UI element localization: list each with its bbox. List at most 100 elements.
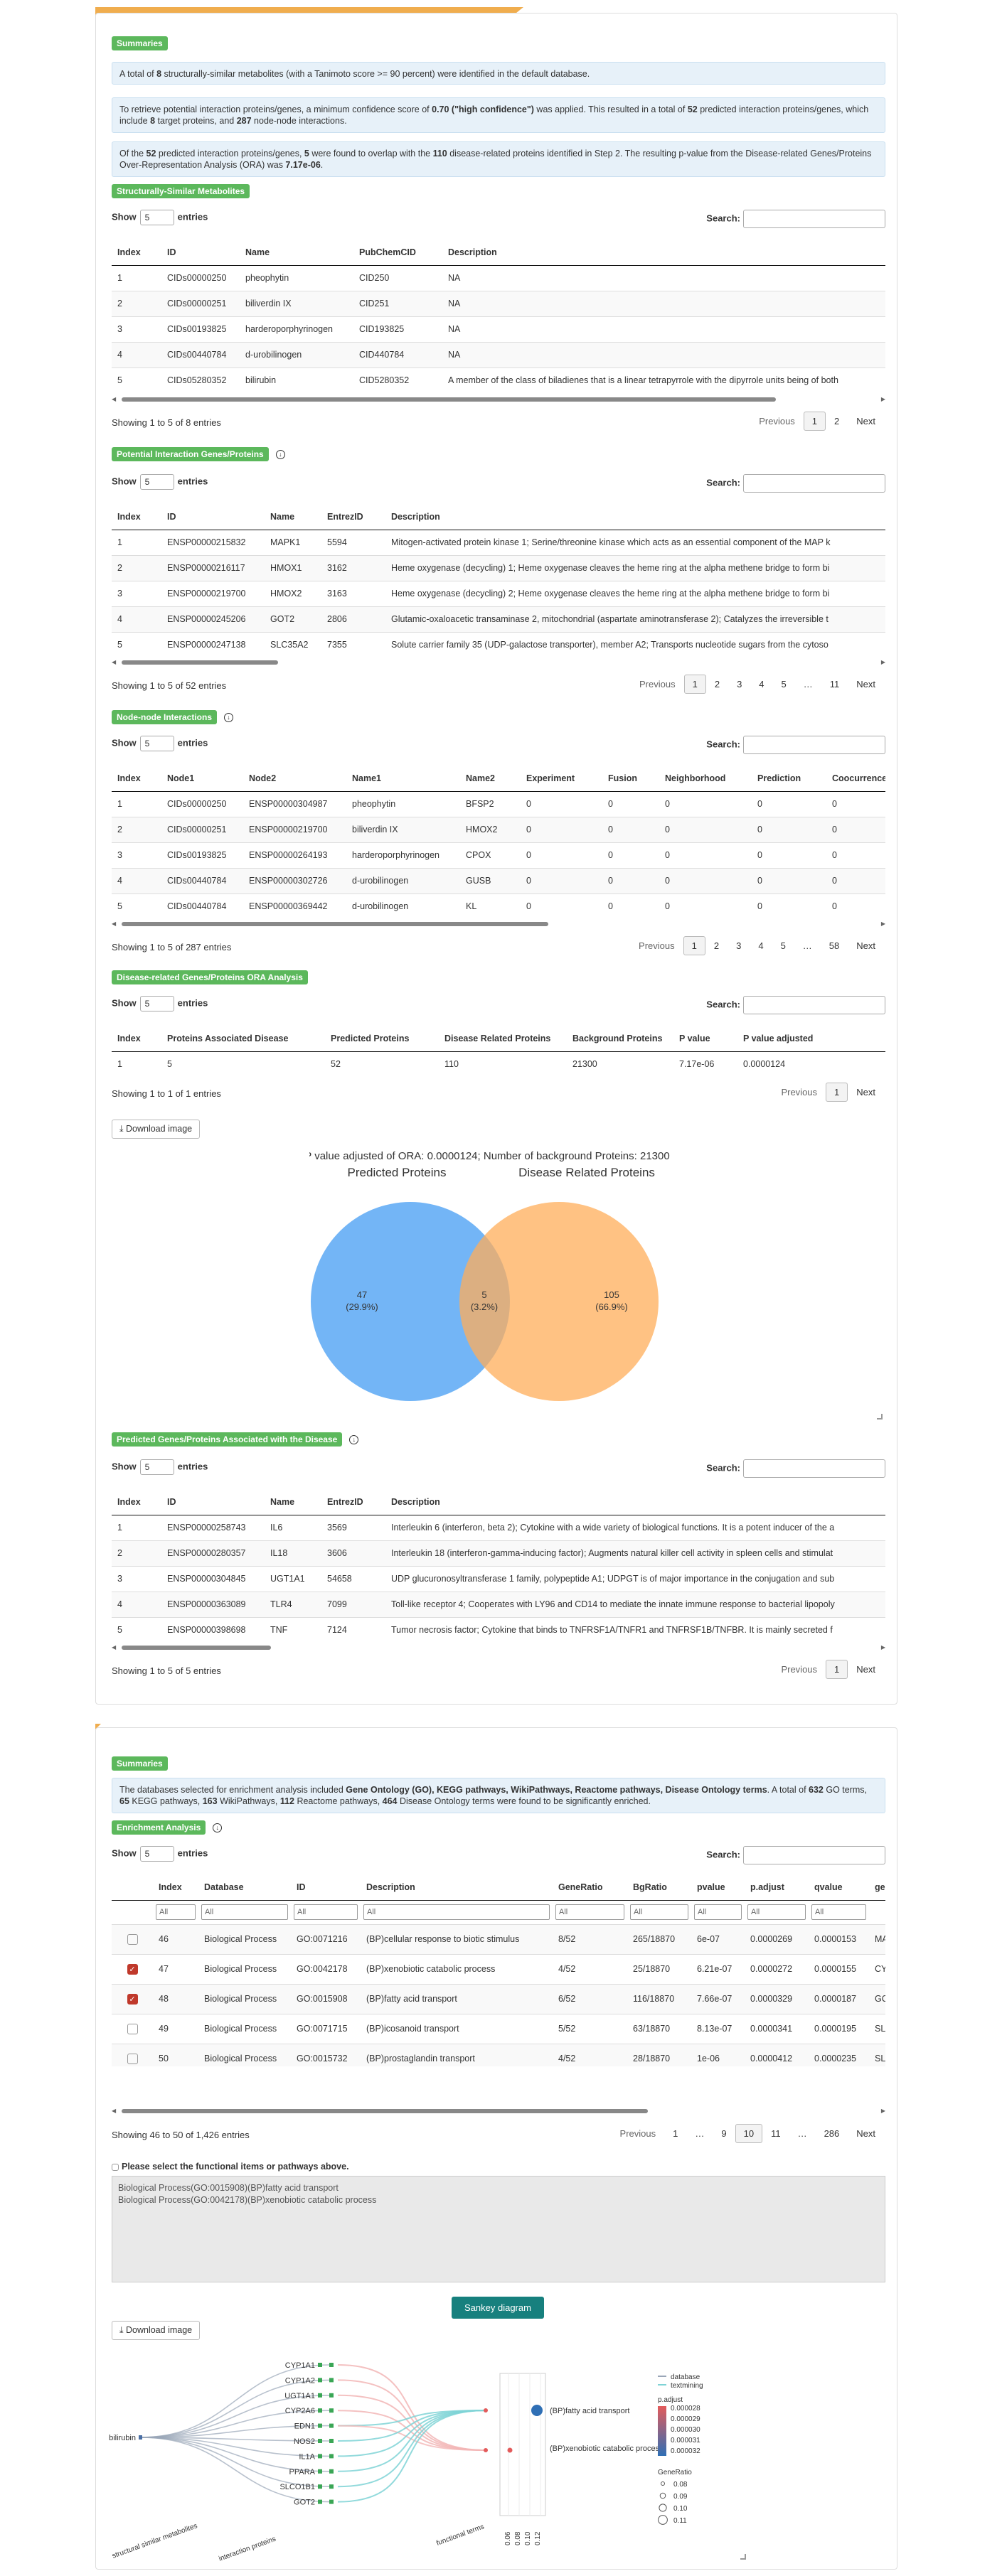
page-button[interactable]: 1 (826, 1083, 848, 1102)
page-button[interactable]: 2 (706, 675, 728, 694)
previous-button[interactable]: Previous (772, 1083, 826, 1102)
page-button[interactable]: 11 (821, 675, 848, 694)
column-header[interactable]: Index (112, 240, 161, 266)
column-header[interactable]: Description (385, 504, 885, 530)
column-header[interactable]: Node1 (161, 766, 243, 792)
column-filter-input[interactable]: All (630, 1904, 688, 1920)
page-button[interactable]: 2 (826, 412, 848, 431)
table-row[interactable]: ✓ 47 Biological Process GO:0042178 (BP)xenob… (112, 1953, 885, 1984)
resize-handle[interactable] (740, 2554, 746, 2560)
page-button[interactable]: 1 (826, 1660, 848, 1679)
row-checkbox[interactable]: ✓ (127, 1993, 138, 2005)
next-button[interactable]: Next (848, 675, 884, 694)
row-checkbox[interactable] (127, 1933, 138, 1945)
search-input[interactable] (743, 1459, 885, 1478)
column-header[interactable]: EntrezID (321, 1489, 385, 1515)
column-header[interactable]: Experiment (521, 766, 602, 792)
column-header[interactable]: Index (153, 1874, 198, 1901)
row-checkbox[interactable] (127, 2023, 138, 2034)
page-length-select[interactable]: 5 (139, 1459, 174, 1475)
genes-scrollbar[interactable]: ◀ ▶ (112, 659, 885, 666)
search-input[interactable] (743, 1846, 885, 1864)
download-image-button[interactable]: ⤓ Download image (112, 1120, 201, 1139)
download-image-button[interactable]: ⤓ Download image (112, 2321, 201, 2340)
column-header[interactable]: Name1 (346, 766, 460, 792)
sankey-diagram-button[interactable]: Sankey diagram (452, 2297, 544, 2319)
column-header[interactable]: P value adjusted (737, 1026, 885, 1052)
selected-items-box[interactable]: Biological Process(GO:0015908)(BP)fatty … (112, 2176, 885, 2282)
column-header[interactable]: Disease Related Proteins (439, 1026, 567, 1052)
column-header[interactable]: Node2 (243, 766, 346, 792)
column-filter-input[interactable]: All (811, 1904, 866, 1920)
page-button[interactable]: 1 (683, 936, 705, 955)
column-header[interactable]: ID (161, 240, 240, 266)
column-header[interactable]: Description (385, 1489, 885, 1515)
predicted-scrollbar[interactable]: ◀ ▶ (112, 1644, 885, 1651)
column-header[interactable]: Predicted Proteins (325, 1026, 439, 1052)
column-header[interactable]: pvalue (691, 1874, 745, 1901)
page-button[interactable]: 4 (750, 936, 772, 955)
column-header[interactable]: Index (112, 1026, 161, 1052)
metabolites-scrollbar[interactable]: ◀ ▶ (112, 396, 885, 403)
page-length-select[interactable]: 5 (139, 736, 174, 751)
resize-handle[interactable] (877, 1414, 883, 1420)
column-header[interactable]: PubChemCID (353, 240, 442, 266)
column-header[interactable]: ID (161, 504, 265, 530)
page-button[interactable]: 2 (705, 936, 728, 955)
column-header[interactable]: Coocurrence (826, 766, 885, 792)
column-header[interactable]: Description (361, 1874, 553, 1901)
column-header[interactable]: Name (240, 240, 353, 266)
column-header[interactable]: Index (112, 766, 161, 792)
column-header[interactable] (112, 1874, 153, 1901)
page-button[interactable]: 11 (762, 2124, 789, 2143)
column-filter-input[interactable]: All (363, 1904, 550, 1920)
page-button[interactable]: 4 (750, 675, 772, 694)
column-header[interactable]: Name (265, 504, 321, 530)
column-header[interactable]: P value (673, 1026, 737, 1052)
row-checkbox[interactable]: ✓ (127, 1963, 138, 1975)
column-filter-input[interactable]: All (156, 1904, 196, 1920)
column-header[interactable]: Prediction (752, 766, 826, 792)
page-length-select[interactable]: 5 (139, 996, 174, 1011)
table-row[interactable]: ✓ 48 Biological Process GO:0015908 (BP)fatty… (112, 1983, 885, 2014)
column-header[interactable]: Background Proteins (567, 1026, 673, 1052)
column-filter-input[interactable]: All (201, 1904, 288, 1920)
row-checkbox[interactable] (127, 2053, 138, 2064)
column-header[interactable]: ID (291, 1874, 361, 1901)
column-header[interactable]: GeneRatio (553, 1874, 627, 1901)
page-button[interactable]: 3 (728, 675, 750, 694)
table-row[interactable]: 46 Biological Process GO:0071216 (BP)cellul… (112, 1923, 885, 1954)
next-button[interactable]: Next (848, 2124, 884, 2143)
column-header[interactable]: Fusion (602, 766, 659, 792)
page-button[interactable]: 5 (773, 675, 795, 694)
page-button[interactable]: 3 (728, 936, 750, 955)
previous-button[interactable]: Previous (631, 675, 684, 694)
select-checkbox[interactable] (112, 2163, 119, 2171)
column-filter-input[interactable]: All (694, 1904, 742, 1920)
column-header[interactable]: BgRatio (627, 1874, 691, 1901)
search-input[interactable] (743, 474, 885, 493)
nodes-scrollbar[interactable]: ◀ ▶ (112, 921, 885, 928)
next-button[interactable]: Next (848, 412, 884, 431)
page-button[interactable]: 9 (713, 2124, 735, 2143)
page-button[interactable]: 1 (664, 2124, 686, 2143)
column-header[interactable]: Description (442, 240, 885, 266)
search-input[interactable] (743, 210, 885, 228)
page-length-select[interactable]: 5 (139, 474, 174, 490)
page-button[interactable]: 1 (803, 412, 826, 431)
column-header[interactable]: Name2 (460, 766, 521, 792)
page-button[interactable]: 286 (816, 2124, 848, 2143)
column-header[interactable]: p.adjust (745, 1874, 809, 1901)
column-header[interactable]: Index (112, 504, 161, 530)
column-header[interactable]: Name (265, 1489, 321, 1515)
column-header[interactable]: qvalue (809, 1874, 869, 1901)
column-header[interactable]: Index (112, 1489, 161, 1515)
previous-button[interactable]: Previous (750, 412, 804, 431)
info-icon[interactable]: ↓ (275, 450, 285, 460)
page-button[interactable]: 1 (683, 675, 706, 694)
table-row[interactable]: 50 Biological Process GO:0015732 (BP)prosta… (112, 2043, 885, 2066)
next-button[interactable]: Next (848, 1083, 884, 1102)
column-header[interactable]: ID (161, 1489, 265, 1515)
search-input[interactable] (743, 996, 885, 1014)
next-button[interactable]: Next (848, 1660, 884, 1679)
